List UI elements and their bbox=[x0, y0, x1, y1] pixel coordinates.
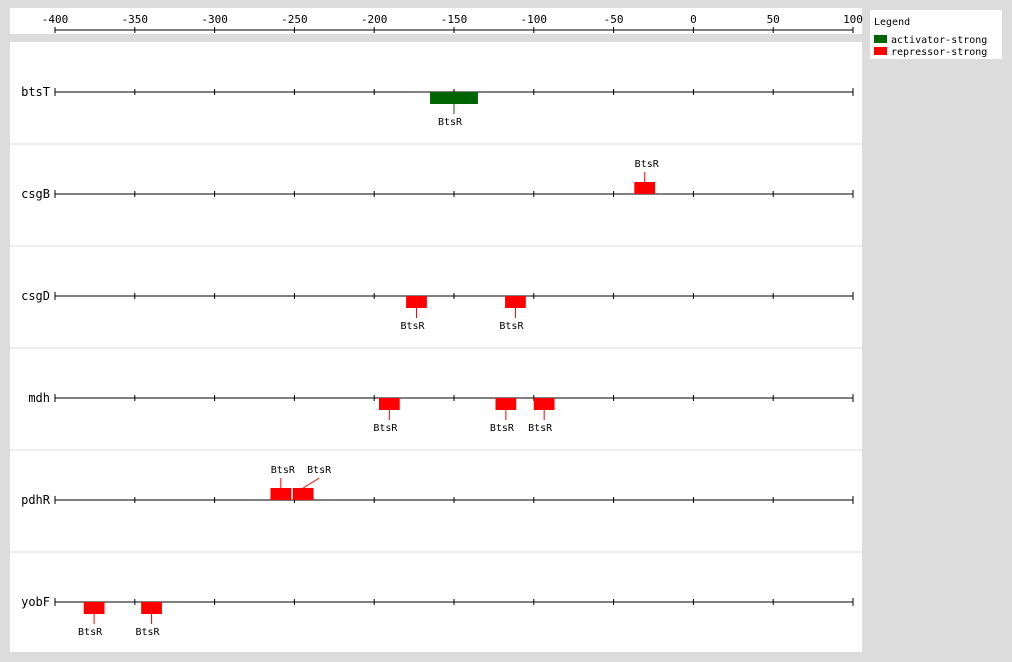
gene-label: yobF bbox=[21, 595, 50, 609]
axis-tick-label: 0 bbox=[690, 13, 697, 26]
site-label: BtsR bbox=[499, 321, 524, 332]
legend-item-label: repressor-strong bbox=[891, 47, 987, 58]
axis-tick-label: 50 bbox=[767, 13, 780, 26]
axis-tick-label: 100 bbox=[843, 13, 863, 26]
binding-site-box bbox=[430, 92, 478, 104]
legend-swatch bbox=[874, 47, 887, 55]
axis-tick-label: -250 bbox=[281, 13, 308, 26]
axis-tick-label: -350 bbox=[122, 13, 149, 26]
gene-label: btsT bbox=[21, 85, 50, 99]
axis-tick-label: -400 bbox=[42, 13, 69, 26]
legend-item-label: activator-strong bbox=[891, 35, 987, 46]
binding-site-box bbox=[83, 602, 105, 614]
gene-label: csgB bbox=[21, 187, 50, 201]
legend-title: Legend bbox=[874, 17, 910, 28]
binding-site-box bbox=[378, 398, 400, 410]
legend-swatch bbox=[874, 35, 887, 43]
binding-site-box bbox=[505, 296, 526, 308]
binding-site-box bbox=[141, 602, 162, 614]
site-label: BtsR bbox=[438, 117, 463, 128]
site-label: BtsR bbox=[490, 423, 515, 434]
site-label: BtsR bbox=[78, 627, 103, 638]
tracks-panel bbox=[10, 42, 862, 652]
binding-site-box bbox=[270, 488, 292, 500]
gene-label: mdh bbox=[28, 391, 50, 405]
site-label: BtsR bbox=[271, 465, 296, 476]
binding-site-box bbox=[533, 398, 555, 410]
site-label: BtsR bbox=[400, 321, 425, 332]
site-label: BtsR bbox=[635, 159, 660, 170]
site-label: BtsR bbox=[307, 465, 332, 476]
binding-site-box bbox=[292, 488, 314, 500]
binding-site-box bbox=[495, 398, 517, 410]
gene-label: csgD bbox=[21, 289, 50, 303]
binding-site-box bbox=[406, 296, 427, 308]
gene-label: pdhR bbox=[21, 493, 51, 507]
regulatory-site-diagram: -400 -350 -300 -250 -200 -150 -100 -50 0 50 100 bt… bbox=[10, 8, 1002, 652]
site-label: BtsR bbox=[373, 423, 398, 434]
axis-tick-label: -50 bbox=[604, 13, 624, 26]
legend: Legend activator-strongrepressor-strong bbox=[870, 10, 1002, 59]
site-label: BtsR bbox=[136, 627, 161, 638]
axis-tick-label: -200 bbox=[361, 13, 388, 26]
axis-tick-label: -300 bbox=[201, 13, 228, 26]
axis-tick-label: -150 bbox=[441, 13, 468, 26]
binding-site-box bbox=[634, 182, 656, 194]
site-label: BtsR bbox=[528, 423, 553, 434]
axis-tick-label: -100 bbox=[521, 13, 548, 26]
